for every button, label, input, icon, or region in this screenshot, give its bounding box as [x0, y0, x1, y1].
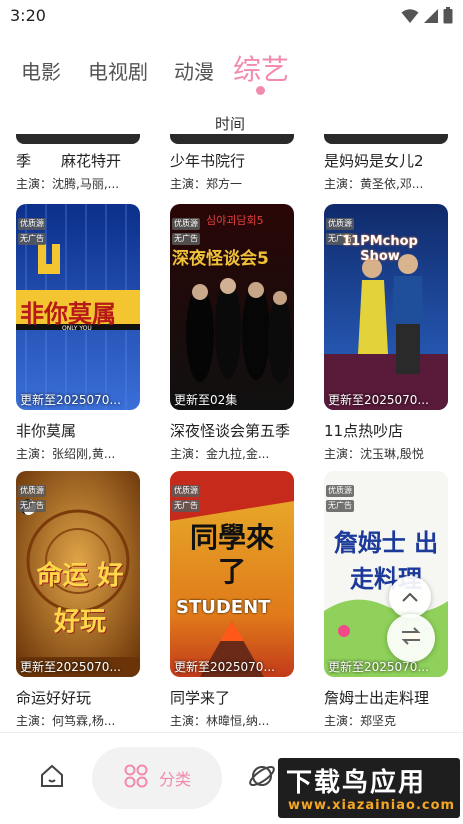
- poster-image[interactable]: 优质源 无广告 同學來了 STUDENT 更新至2025070...: [170, 471, 294, 677]
- card-title: 非你莫属: [16, 422, 77, 440]
- card-cast: 主演：黄圣依,邓...: [324, 177, 424, 191]
- poster-subtitle-text: STUDENT: [176, 597, 271, 618]
- category-tabs: 电影 电视剧 动漫 综艺: [0, 48, 463, 98]
- wifi-icon: [401, 8, 419, 28]
- card-title: 少年书院行: [170, 152, 246, 170]
- nav-category[interactable]: 分类: [92, 747, 222, 809]
- update-status: 更新至2025070...: [20, 660, 121, 674]
- poster-title-text: 詹姆士 出走料理: [333, 529, 439, 593]
- nav-category-label: 分类: [158, 770, 191, 789]
- show-card[interactable]: 优质源 无广告 11PMchop Show 更新至2025070... 11点热…: [324, 204, 448, 462]
- card-cast: 主演：郑坚克: [324, 714, 397, 728]
- partial-card[interactable]: 季 麻花特开 主演：沈腾,马丽,...: [16, 140, 140, 192]
- card-title: 命运好好玩: [16, 689, 92, 707]
- watermark-logo: 下载鸟应用 www.xiazainiao.com: [278, 758, 460, 818]
- card-title: 11点热吵店: [324, 422, 404, 440]
- tab-tv-series[interactable]: 电视剧: [88, 56, 148, 85]
- tab-anime[interactable]: 动漫: [174, 56, 214, 85]
- poster-title-text: 非你莫属: [20, 300, 116, 328]
- card-title: 是妈妈是女儿2: [324, 152, 424, 170]
- update-status: 更新至2025070...: [20, 393, 121, 407]
- tab-variety[interactable]: 综艺: [233, 48, 289, 88]
- quality-badge: 优质源: [18, 218, 46, 230]
- poster-image[interactable]: 优质源 无广告 심야괴담회5 深夜怪谈会5 更新至02集: [170, 204, 294, 410]
- poster-subtitle-text: ONLY YOU: [62, 325, 92, 332]
- partial-card[interactable]: 是妈妈是女儿2 主演：黄圣依,邓...: [324, 140, 448, 192]
- quality-badge: 优质源: [172, 218, 200, 230]
- poster-subtitle-text: 심야괴담회5: [206, 214, 264, 227]
- poster-title-text: 11PMchop Show: [342, 234, 418, 264]
- card-cast: 主演：何笃霖,杨...: [16, 714, 116, 728]
- partial-card[interactable]: 少年书院行 主演：郑方一: [170, 140, 294, 192]
- switch-button[interactable]: [387, 614, 435, 662]
- card-cast: 主演：林暐恒,纳...: [170, 714, 270, 728]
- quality-badge: 优质源: [18, 485, 46, 497]
- card-cast: 主演：沈腾,马丽,...: [16, 177, 120, 191]
- no-ads-badge: 无广告: [326, 500, 354, 512]
- chevron-up-icon: [401, 588, 419, 607]
- watermark-url-text: www.xiazainiao.com: [288, 798, 456, 813]
- status-time: 3:20: [10, 6, 46, 25]
- no-ads-badge: 无广告: [18, 233, 46, 245]
- no-ads-badge: 无广告: [18, 500, 46, 512]
- card-title: 同学来了: [170, 689, 231, 707]
- show-card[interactable]: 优质源 无广告 심야괴담회5 深夜怪谈会5 更新至02集 深夜怪谈会第五季 主演…: [170, 204, 294, 462]
- update-status: 更新至2025070...: [328, 393, 429, 407]
- poster-title-text: 同學來了: [189, 521, 274, 588]
- quality-badge: 优质源: [326, 218, 354, 230]
- card-cast: 主演：张绍刚,黄...: [16, 447, 116, 461]
- swap-icon: [400, 626, 422, 650]
- card-cast: 主演：金九拉,金...: [170, 447, 270, 461]
- show-card[interactable]: 优质源 无广告 同學來了 STUDENT 更新至2025070... 同学来了 …: [170, 471, 294, 729]
- quality-badge: 优质源: [172, 485, 200, 497]
- card-title: 季 麻花特开: [16, 152, 122, 170]
- active-tab-indicator: [256, 86, 265, 95]
- battery-icon: [443, 7, 453, 28]
- no-ads-badge: 无广告: [172, 500, 200, 512]
- status-icons: [401, 7, 453, 28]
- signal-icon: [423, 8, 439, 28]
- card-cast: 主演：沈玉琳,殷悦: [324, 447, 424, 461]
- poster-image[interactable]: 优质源 无广告 命运 好好玩 更新至2025070...: [16, 471, 140, 677]
- show-card[interactable]: 优质源 无广告 非你莫属 ONLY YOU 更新至2025070... 非你莫属…: [16, 204, 140, 462]
- tab-movie[interactable]: 电影: [21, 56, 61, 85]
- quality-badge: 优质源: [326, 485, 354, 497]
- update-status: 更新至02集: [174, 393, 238, 407]
- poster-image[interactable]: 优质源 无广告 非你莫属 ONLY YOU 更新至2025070...: [16, 204, 140, 410]
- update-status: 更新至2025070...: [174, 660, 275, 674]
- planet-icon: [247, 761, 277, 795]
- poster-title-text: 命运 好好玩: [36, 561, 124, 637]
- card-title: 詹姆士出走料理: [324, 689, 430, 707]
- poster-image[interactable]: 优质源 无广告 11PMchop Show 更新至2025070...: [324, 204, 448, 410]
- show-card[interactable]: 优质源 无广告 命运 好好玩 更新至2025070... 命运好好玩 主演：何笃…: [16, 471, 140, 729]
- watermark-main-text: 下载鸟应用: [286, 768, 427, 798]
- status-bar: 3:20: [0, 0, 463, 32]
- home-icon: [38, 762, 66, 794]
- scroll-to-top-button[interactable]: [389, 576, 431, 618]
- nav-home[interactable]: [20, 747, 84, 809]
- card-cast: 主演：郑方一: [170, 177, 243, 191]
- poster-title-text: 深夜怪谈会5: [172, 249, 269, 269]
- category-icon: [123, 763, 149, 793]
- card-title: 深夜怪谈会第五季: [170, 422, 291, 440]
